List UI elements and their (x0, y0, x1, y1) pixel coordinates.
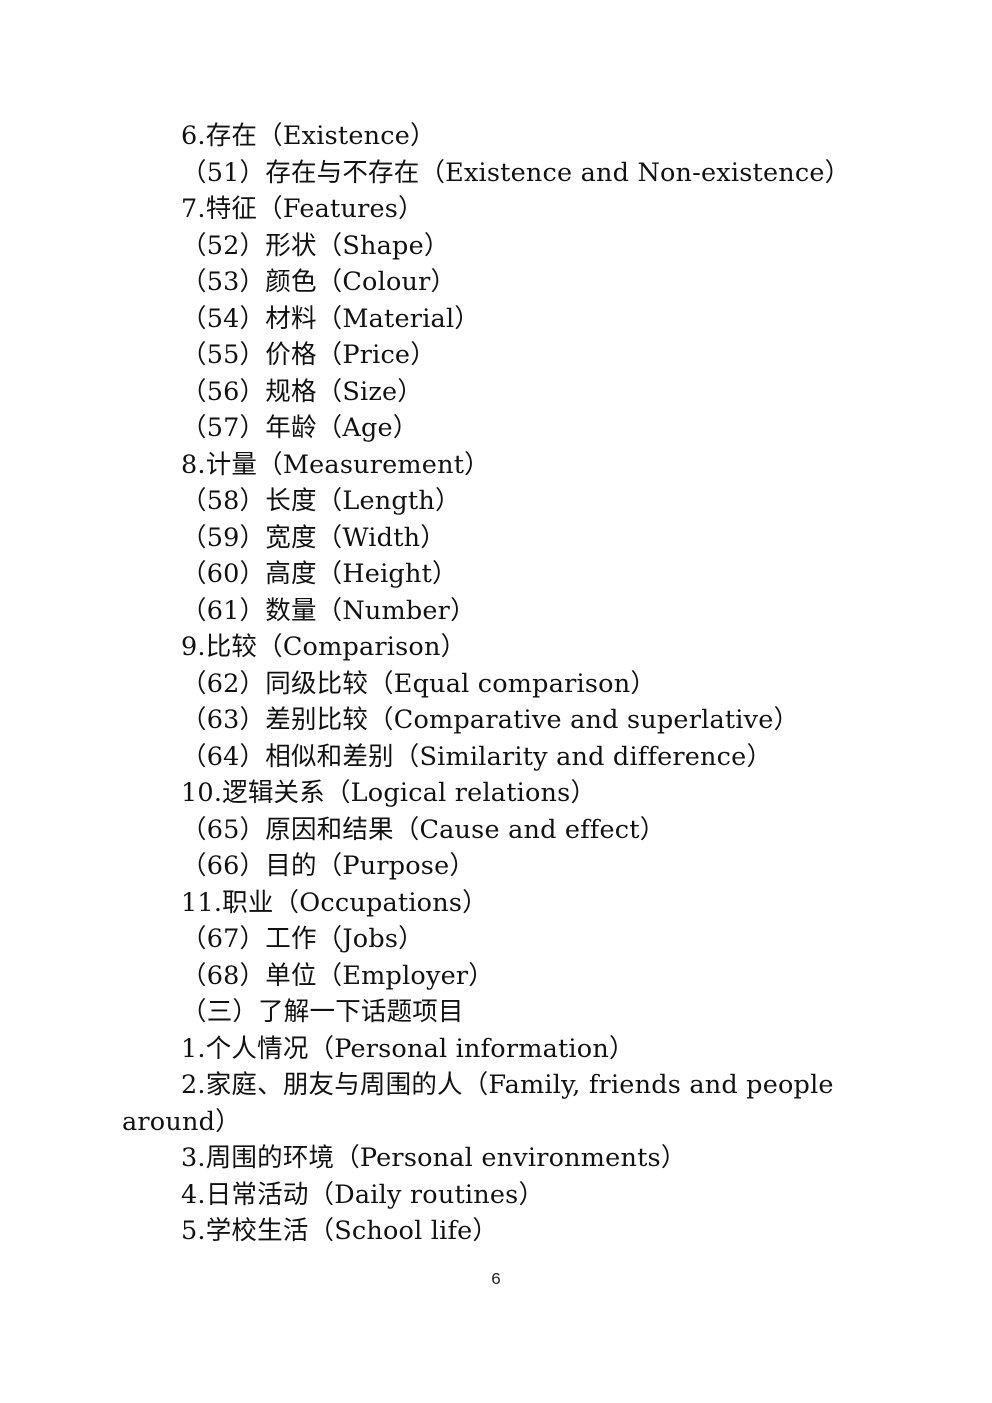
line-08-measurement: 8.计量（Measurement） (181, 449, 490, 480)
line-68-employer: （68）单位（Employer） (181, 960, 494, 991)
line-04-daily-routines: 4.日常活动（Daily routines） (181, 1179, 545, 1210)
line-59-width: （59）宽度（Width） (181, 522, 446, 553)
line-57-age: （57）年龄（Age） (181, 413, 419, 443)
line-56-size: （56）规格（Size） (181, 376, 423, 407)
line-11-occupations: 11.职业（Occupations） (181, 887, 488, 918)
line-62-equal-comparison: （62）同级比较（Equal comparison） (181, 668, 657, 699)
line-60-height: （60）高度（Height） (181, 559, 458, 589)
line-01-personal-information: 1.个人情况（Personal information） (181, 1033, 635, 1064)
line-05-school-life: 5.学校生活（School life） (181, 1216, 499, 1246)
line-54-material: （54）材料（Material） (181, 303, 481, 334)
document-text-body: 6.存在（Existence） （51）存在与不存在（Existence and … (122, 118, 874, 1250)
line-63-comparative-superlative: （63）差别比较（Comparative and superlative） (181, 705, 800, 735)
line-53-colour: （53）颜色（Colour） (181, 267, 457, 297)
line-55-price: （55）价格（Price） (181, 340, 436, 370)
line-61-number: （61）数量（Number） (181, 595, 476, 626)
line-58-length: （58）长度（Length） (181, 486, 461, 516)
line-09-comparison: 9.比较（Comparison） (181, 632, 467, 662)
line-03-personal-environments: 3.周围的环境（Personal environments） (181, 1143, 687, 1173)
page-number: 6 (490, 1271, 502, 1290)
line-65-cause-and-effect: （65）原因和结果（Cause and effect） (181, 814, 666, 845)
line-07-features: 7.特征（Features） (181, 194, 424, 224)
line-64-similarity-difference: （64）相似和差别（Similarity and difference） (181, 741, 773, 772)
line-52-shape: （52）形状（Shape） (181, 230, 450, 261)
document-page: 6.存在（Existence） （51）存在与不存在（Existence and … (0, 0, 992, 1403)
line-06-existence: 6.存在（Existence） (181, 121, 436, 151)
line-10-logical-relations: 10.逻辑关系（Logical relations） (181, 778, 597, 808)
line-66-purpose: （66）目的（Purpose） (181, 851, 476, 881)
line-02-family-friends-people: 2.家庭、朋友与周围的人（Family, friends and people … (122, 1070, 843, 1137)
line-67-jobs: （67）工作（Jobs） (181, 924, 424, 954)
line-section-three-topics: （三）了解一下话题项目 (181, 997, 464, 1027)
line-51-existence-nonexistence: （51）存在与不存在（Existence and Non-existence） (181, 157, 851, 188)
